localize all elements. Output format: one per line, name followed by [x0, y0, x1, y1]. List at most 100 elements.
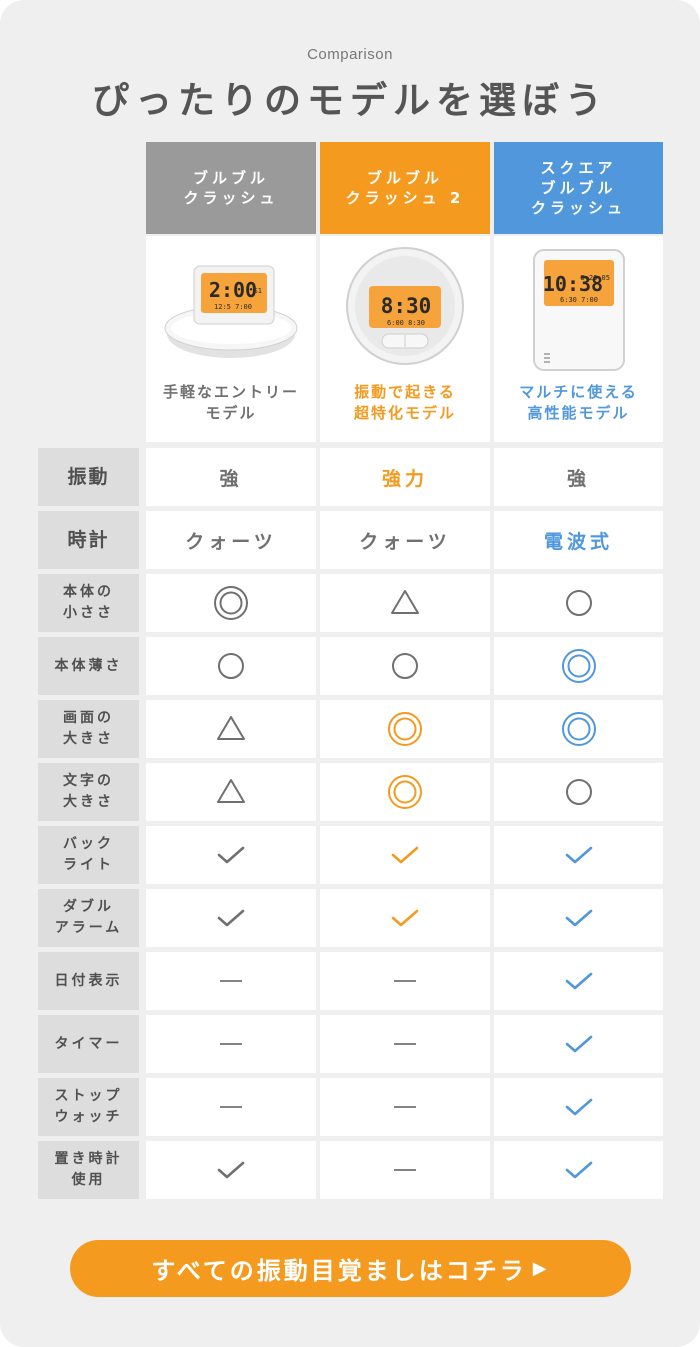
check-icon — [565, 972, 592, 990]
row-label: 時計 — [38, 511, 139, 569]
table-cell — [146, 1141, 316, 1199]
check-icon — [565, 1035, 592, 1053]
product-cell-2: 8:30 6:00 8:30 振動で起きる 超特化モデル — [320, 236, 490, 442]
check-icon — [217, 909, 245, 927]
product-image-bulbul-crash-2: 8:30 6:00 8:30 — [346, 247, 464, 365]
section-eyebrow: Comparison — [307, 46, 393, 63]
table-cell-text: クォーツ — [320, 511, 490, 569]
table-cell — [494, 889, 663, 947]
row-label: 本体薄さ — [38, 637, 139, 695]
table-cell — [494, 763, 663, 821]
table-cell — [320, 574, 490, 632]
circle-icon — [565, 590, 592, 616]
product-cell-3: 10:38 5.26 05 6:30 7:00 マルチに使える 高性能モデル — [494, 236, 663, 442]
table-cell — [146, 1015, 316, 1073]
table-cell — [494, 826, 663, 884]
table-cell — [320, 1078, 490, 1136]
table-cell — [320, 637, 490, 695]
dash-icon — [394, 1043, 416, 1045]
row-label: 置き時計 使用 — [38, 1141, 139, 1199]
table-cell — [146, 1078, 316, 1136]
table-cell-text: 強 — [494, 448, 663, 506]
cta-label: すべての振動目覚ましはコチラ — [151, 1257, 527, 1285]
table-cell — [494, 700, 663, 758]
table-cell — [320, 826, 490, 884]
table-cell — [146, 952, 316, 1010]
table-cell-text: 電波式 — [494, 511, 663, 569]
double-circle-icon — [388, 712, 422, 746]
double-circle-icon — [214, 586, 248, 620]
all-vibration-alarms-button[interactable]: すべての振動目覚ましはコチラ ▶ — [70, 1240, 631, 1297]
table-cell — [320, 700, 490, 758]
row-label: 本体の 小ささ — [38, 574, 139, 632]
display-time-1: 2:00 — [209, 278, 257, 302]
double-circle-icon — [561, 712, 596, 746]
product-tagline-2: 振動で起きる 超特化モデル — [353, 383, 456, 422]
product-image-square-bulbul-crash: 10:38 5.26 05 6:30 7:00 — [533, 249, 625, 371]
check-icon — [565, 909, 592, 927]
table-cell-text: クォーツ — [146, 511, 316, 569]
display-side-1: S1 — [254, 287, 262, 295]
row-label: 日付表示 — [38, 952, 139, 1010]
product-header-1: ブルブル クラッシュ — [146, 142, 316, 234]
dash-icon — [220, 980, 242, 982]
dash-icon — [220, 1106, 242, 1108]
product-header-3: スクエア ブルブル クラッシュ — [494, 142, 663, 234]
check-icon — [565, 1098, 592, 1116]
dash-icon — [394, 980, 416, 982]
row-label: 文字の 大きさ — [38, 763, 139, 821]
product-tagline-1: 手軽なエントリー モデル — [162, 383, 299, 422]
display-time-2: 8:30 — [381, 294, 432, 318]
table-cell — [146, 889, 316, 947]
table-cell — [494, 1078, 663, 1136]
table-cell — [494, 1015, 663, 1073]
row-label: バック ライト — [38, 826, 139, 884]
table-cell — [146, 700, 316, 758]
table-cell — [146, 574, 316, 632]
display-small-1: 12:5 7:00 — [214, 303, 252, 311]
display-side-3: 5.26 05 — [580, 274, 610, 282]
table-cell — [494, 1141, 663, 1199]
row-label: ダブル アラーム — [38, 889, 139, 947]
dash-icon — [394, 1106, 416, 1108]
dash-icon — [220, 1043, 242, 1045]
row-label: ストップ ウォッチ — [38, 1078, 139, 1136]
check-icon — [565, 846, 592, 864]
table-cell-text: 強 — [146, 448, 316, 506]
double-circle-icon — [388, 775, 422, 809]
comparison-card: Comparison ぴったりのモデルを選ぼう ブルブル クラッシュ ブルブル … — [0, 0, 700, 1347]
table-cell — [494, 637, 663, 695]
table-cell — [146, 637, 316, 695]
table-cell — [320, 763, 490, 821]
table-cell — [320, 1015, 490, 1073]
check-icon — [217, 1161, 245, 1179]
circle-icon — [565, 779, 592, 805]
table-cell — [320, 952, 490, 1010]
page-title: ぴったりのモデルを選ぼう — [92, 79, 608, 122]
table-cell — [494, 574, 663, 632]
circle-icon — [218, 653, 244, 679]
product-header-2: ブルブル クラッシュ 2 — [320, 142, 490, 234]
dash-icon — [394, 1169, 416, 1171]
circle-icon — [392, 653, 418, 679]
triangle-icon — [391, 590, 419, 614]
table-cell — [320, 1141, 490, 1199]
play-arrow-icon: ▶ — [532, 1258, 550, 1279]
triangle-icon — [217, 779, 245, 803]
display-small-3: 6:30 7:00 — [560, 296, 598, 304]
table-cell — [320, 889, 490, 947]
double-circle-icon — [561, 649, 596, 683]
check-icon — [391, 846, 419, 864]
table-cell — [494, 952, 663, 1010]
table-cell — [146, 826, 316, 884]
triangle-icon — [217, 716, 245, 740]
row-label: タイマー — [38, 1015, 139, 1073]
table-cell — [146, 763, 316, 821]
product-image-bulbul-crash: 2:00 12:5 7:00 S1 — [164, 265, 298, 358]
product-tagline-3: マルチに使える 高性能モデル — [519, 383, 638, 422]
check-icon — [565, 1161, 592, 1179]
display-small-2: 6:00 8:30 — [387, 319, 425, 327]
check-icon — [217, 846, 245, 864]
row-label: 振動 — [38, 448, 139, 506]
row-label: 画面の 大きさ — [38, 700, 139, 758]
